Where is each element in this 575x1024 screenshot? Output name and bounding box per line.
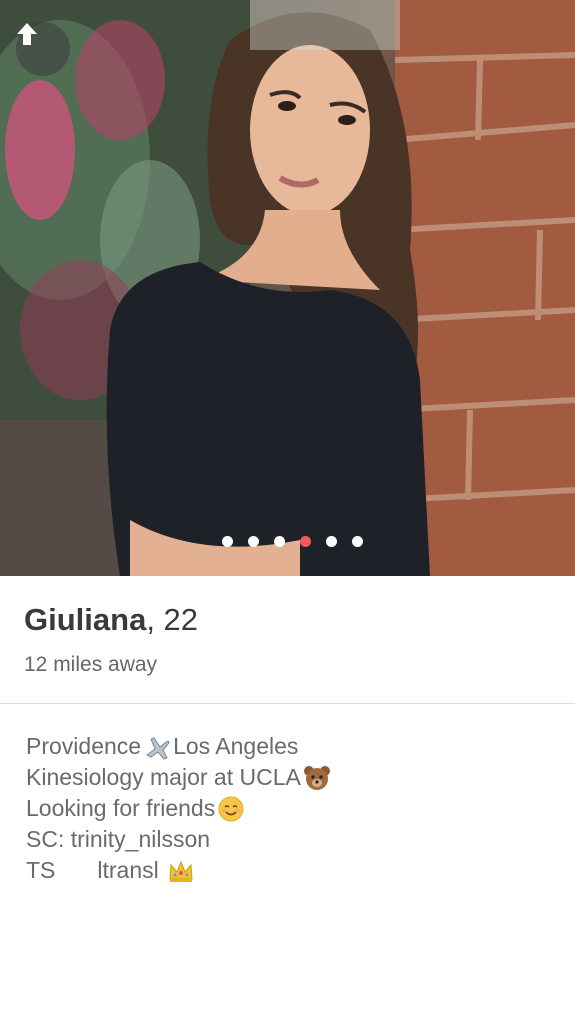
bio-line: Providence Los Angeles <box>26 731 333 762</box>
photo-dot-active[interactable] <box>300 536 311 547</box>
photo-dot[interactable] <box>274 536 285 547</box>
bear-emoji <box>303 765 330 790</box>
bio-text: Providence <box>26 733 142 759</box>
profile-age: , 22 <box>146 602 199 637</box>
bio-line: SC: trinity_nilsson <box>26 824 333 855</box>
profile-name: Giuliana <box>24 602 147 637</box>
bio-line: Looking for friends <box>26 793 333 824</box>
bio-text: SC: trinity_nilsson <box>26 826 211 852</box>
photo-dot[interactable] <box>352 536 363 547</box>
bio-text: Looking for friends <box>26 795 216 821</box>
divider <box>0 703 575 704</box>
crown-emoji <box>169 860 193 882</box>
profile-photo[interactable] <box>0 0 575 576</box>
airplane-emoji <box>146 736 170 760</box>
bio-line: TS ltransl <box>26 855 333 886</box>
bio-line: Kinesiology major at UCLA <box>26 762 333 793</box>
arrow-up-icon <box>17 23 37 45</box>
profile-bio: Providence Los Angeles Kinesiology major… <box>26 731 333 886</box>
profile-distance: 12 miles away <box>24 653 158 676</box>
bio-text: TS <box>26 857 56 883</box>
photo-dot[interactable] <box>248 536 259 547</box>
photo-pagination <box>0 536 575 547</box>
back-button[interactable] <box>16 22 70 76</box>
bio-text: Los Angeles <box>173 733 299 759</box>
smiling-face-emoji <box>218 796 244 821</box>
profile-name-age: Giuliana, 22 <box>24 602 198 638</box>
bio-text: ltransl <box>97 857 159 883</box>
bio-text: Kinesiology major at UCLA <box>26 764 301 790</box>
photo-dot[interactable] <box>222 536 233 547</box>
photo-dot[interactable] <box>326 536 337 547</box>
profile-photo-image <box>0 0 575 576</box>
